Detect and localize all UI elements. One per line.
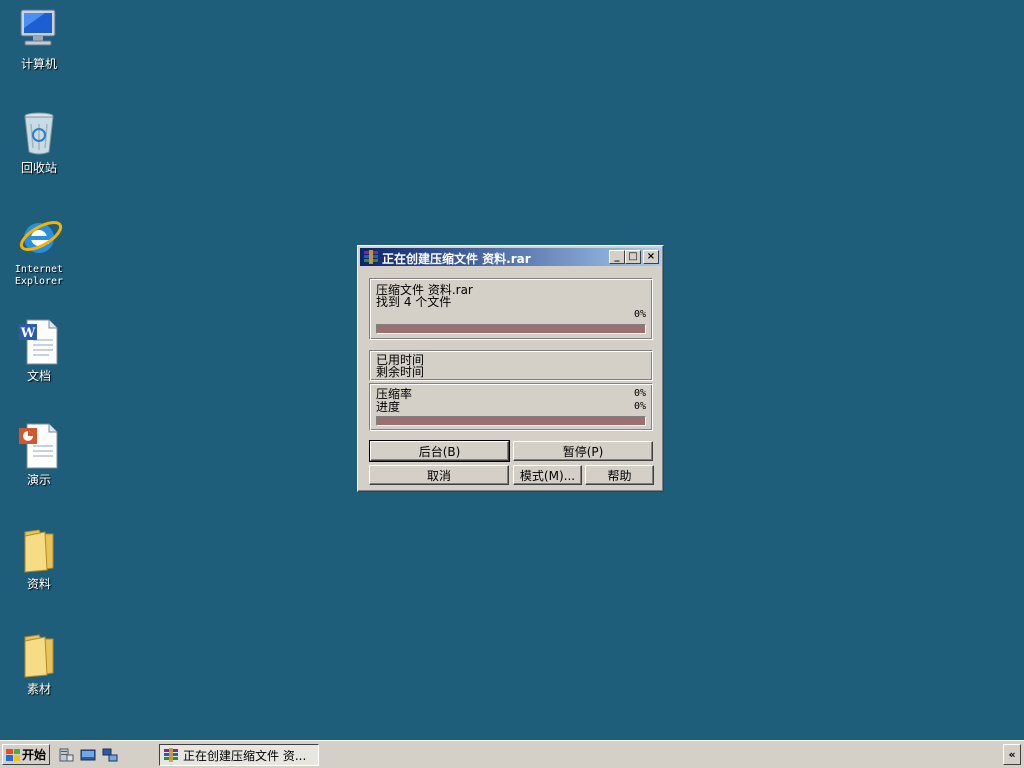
- archive-progress-dialog: 正在创建压缩文件 资料.rar _ □ × 压缩文件 资料.rar 找到 4 个…: [357, 245, 664, 492]
- remaining-time-label: 剩余时间: [376, 365, 425, 379]
- taskbar-item-archive-progress[interactable]: 正在创建压缩文件 资...: [159, 744, 319, 766]
- maximize-button[interactable]: □: [625, 250, 641, 264]
- folder-icon: [15, 631, 63, 679]
- desktop-icon-label: 素材: [26, 682, 51, 696]
- compression-ratio-value: 0%: [633, 388, 646, 399]
- file-progress-bar: [376, 324, 646, 334]
- desktop-icon-label: Internet Explorer: [14, 264, 64, 287]
- total-progress-value: 0%: [633, 401, 646, 412]
- pause-button[interactable]: 暂停(P): [513, 441, 653, 461]
- windows-flag-icon: [6, 748, 20, 761]
- mode-button[interactable]: 模式(M)...: [513, 465, 582, 485]
- cancel-button[interactable]: 取消: [369, 465, 509, 485]
- taskbar: 开始 正在创建压缩文件 资... «: [0, 740, 1024, 768]
- start-button[interactable]: 开始: [2, 744, 50, 765]
- file-progress-panel: 压缩文件 资料.rar 找到 4 个文件 0%: [369, 278, 653, 340]
- total-progress-panel: 压缩率 0% 进度 0%: [369, 383, 653, 431]
- background-button[interactable]: 后台(B): [369, 440, 510, 462]
- close-button[interactable]: ×: [643, 250, 659, 264]
- computer-icon: [15, 6, 63, 54]
- compression-ratio-label: 压缩率: [376, 387, 413, 401]
- recycle-bin-icon: [15, 110, 63, 158]
- help-button[interactable]: 帮助: [585, 465, 654, 485]
- show-desktop-icon[interactable]: [80, 747, 96, 763]
- powerpoint-document-icon: [15, 422, 63, 470]
- desktop-icon-document[interactable]: W 文档: [8, 318, 70, 382]
- winrar-icon: [363, 249, 379, 265]
- total-progress-bar: [376, 416, 646, 426]
- desktop-icon-label: 计算机: [20, 57, 57, 71]
- network-icon[interactable]: [102, 747, 118, 763]
- tray-expand-button[interactable]: «: [1003, 744, 1021, 765]
- desktop-icon-computer[interactable]: 计算机: [8, 6, 70, 70]
- desktop-icon-internet-explorer[interactable]: Internet Explorer: [8, 212, 70, 288]
- taskbar-item-label: 正在创建压缩文件 资...: [183, 748, 307, 763]
- desktop-icon-label: 文档: [26, 369, 51, 383]
- server-manager-icon[interactable]: [58, 747, 74, 763]
- desktop-icon-label: 回收站: [20, 161, 57, 175]
- desktop-icon-presentation[interactable]: 演示: [8, 422, 70, 486]
- dialog-title: 正在创建压缩文件 资料.rar: [382, 252, 531, 266]
- desktop-icon-label: 资料: [26, 577, 51, 591]
- folder-icon: [15, 526, 63, 574]
- internet-explorer-icon: [15, 212, 63, 260]
- svg-text:W: W: [20, 326, 36, 341]
- desktop-icon-folder-materials[interactable]: 资料: [8, 526, 70, 590]
- desktop-icon-recycle-bin[interactable]: 回收站: [8, 110, 70, 174]
- dialog-titlebar[interactable]: 正在创建压缩文件 资料.rar _ □ ×: [360, 248, 661, 266]
- file-progress-percent: 0%: [633, 309, 646, 320]
- total-progress-label: 进度: [376, 400, 401, 414]
- files-found-text: 找到 4 个文件: [376, 295, 452, 309]
- start-label: 开始: [22, 748, 47, 762]
- word-document-icon: W: [15, 318, 63, 366]
- winrar-icon: [163, 747, 179, 763]
- desktop-icon-folder-assets[interactable]: 素材: [8, 631, 70, 695]
- desktop-icon-label: 演示: [26, 473, 51, 487]
- minimize-button[interactable]: _: [609, 250, 625, 264]
- time-panel: 已用时间 剩余时间: [369, 350, 653, 381]
